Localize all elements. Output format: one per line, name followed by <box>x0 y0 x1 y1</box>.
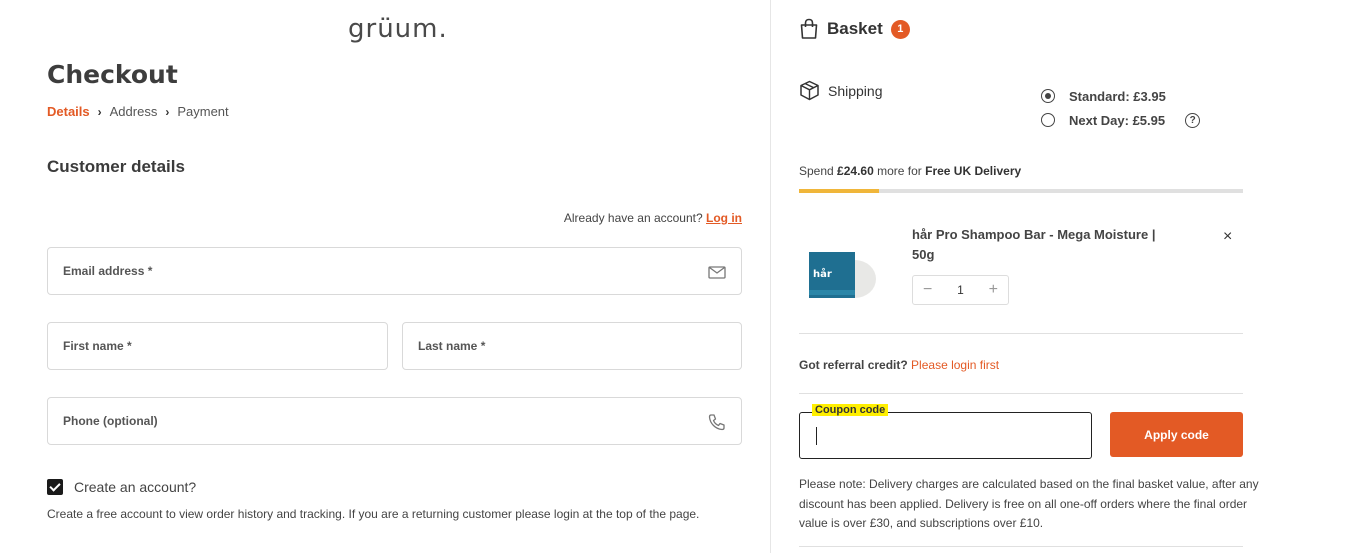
last-name-field[interactable]: Last name * <box>402 322 742 370</box>
login-link[interactable]: Log in <box>706 211 742 225</box>
chevron-right-icon: › <box>97 104 102 119</box>
radio-unselected-icon[interactable] <box>1041 113 1055 127</box>
basket-count-badge: 1 <box>890 19 910 39</box>
breadcrumb-details[interactable]: Details <box>47 104 90 119</box>
shipping-option-label: Standard: £3.95 <box>1069 88 1166 104</box>
last-name-label: Last name * <box>418 339 486 353</box>
basket-title: Basket <box>827 19 883 38</box>
first-name-field[interactable]: First name * <box>47 322 388 370</box>
checkout-panel: grüum. Checkout Details › Address › Paym… <box>0 0 770 553</box>
phone-field[interactable]: Phone (optional) <box>47 397 742 445</box>
apply-coupon-button[interactable]: Apply code <box>1110 412 1243 457</box>
phone-icon <box>708 414 725 431</box>
coupon-label: Coupon code <box>812 404 889 416</box>
quantity-stepper: − 1 + <box>912 275 1009 305</box>
create-account-row: Create an account? <box>47 479 196 495</box>
shipping-options: Standard: £3.95 Next Day: £5.95 ? <box>1041 84 1201 132</box>
divider <box>799 546 1243 547</box>
shipping-option-next-day[interactable]: Next Day: £5.95 ? <box>1041 108 1201 132</box>
product-image[interactable]: hår <box>807 250 879 300</box>
basket-panel: Basket 1 Shipping Standard: £3.95 Next D… <box>771 0 1372 553</box>
account-prompt-text: Already have an account? <box>563 211 703 225</box>
shipping-label: Shipping <box>828 82 883 99</box>
phone-field-label: Phone (optional) <box>63 414 158 428</box>
email-field[interactable]: Email address * <box>47 247 742 295</box>
quantity-value[interactable]: 1 <box>957 283 964 297</box>
referral-text: Got referral credit? <box>799 358 908 372</box>
breadcrumb-address[interactable]: Address <box>110 104 158 119</box>
breadcrumb-payment[interactable]: Payment <box>177 104 228 119</box>
free-delivery-target: Free UK Delivery <box>925 164 1022 178</box>
radio-selected-icon[interactable] <box>1041 89 1055 103</box>
email-field-label: Email address * <box>63 264 153 278</box>
text-caret <box>816 427 817 445</box>
free-delivery-amount: £24.60 <box>837 164 874 178</box>
free-delivery-middle: more for <box>873 164 926 178</box>
help-icon[interactable]: ? <box>1185 112 1201 128</box>
shopping-bag-icon <box>800 18 818 39</box>
create-account-label[interactable]: Create an account? <box>74 479 196 495</box>
shipping-option-label: Next Day: £5.95 <box>1069 112 1166 128</box>
breadcrumb: Details › Address › Payment <box>47 104 229 119</box>
free-delivery-progress <box>799 189 1243 193</box>
product-name[interactable]: hår Pro Shampoo Bar - Mega Moisture | 50… <box>912 225 1172 265</box>
remove-item-button[interactable]: × <box>1223 228 1232 246</box>
mail-icon <box>708 266 726 279</box>
shipping-option-standard[interactable]: Standard: £3.95 <box>1041 84 1200 108</box>
chevron-right-icon: › <box>165 104 170 119</box>
free-delivery-prefix: Spend <box>799 164 838 178</box>
package-icon <box>800 80 819 101</box>
free-delivery-progress-fill <box>799 189 879 193</box>
create-account-checkbox[interactable] <box>47 479 63 495</box>
free-delivery-message: Spend £24.60 more for Free UK Delivery <box>799 164 1021 178</box>
referral-login-link[interactable]: Please login first <box>911 358 999 372</box>
divider <box>799 333 1243 334</box>
page-title: Checkout <box>47 60 178 89</box>
coupon-input[interactable]: Coupon code <box>799 404 1092 459</box>
decrease-quantity-button[interactable]: − <box>923 281 932 299</box>
brand-logo[interactable]: grüum. <box>348 14 448 44</box>
product-image-label: hår <box>813 267 832 280</box>
shipping-heading: Shipping <box>799 80 883 101</box>
account-prompt: Already have an account? Log in <box>564 211 742 225</box>
first-name-label: First name * <box>63 339 132 353</box>
basket-header: Basket 1 <box>799 18 910 40</box>
delivery-note: Please note: Delivery charges are calcul… <box>799 477 1259 530</box>
section-title: Customer details <box>47 157 185 176</box>
divider <box>799 393 1243 394</box>
increase-quantity-button[interactable]: + <box>989 281 998 299</box>
create-account-note: Create a free account to view order hist… <box>47 507 700 521</box>
referral-row: Got referral credit? Please login first <box>799 358 999 372</box>
